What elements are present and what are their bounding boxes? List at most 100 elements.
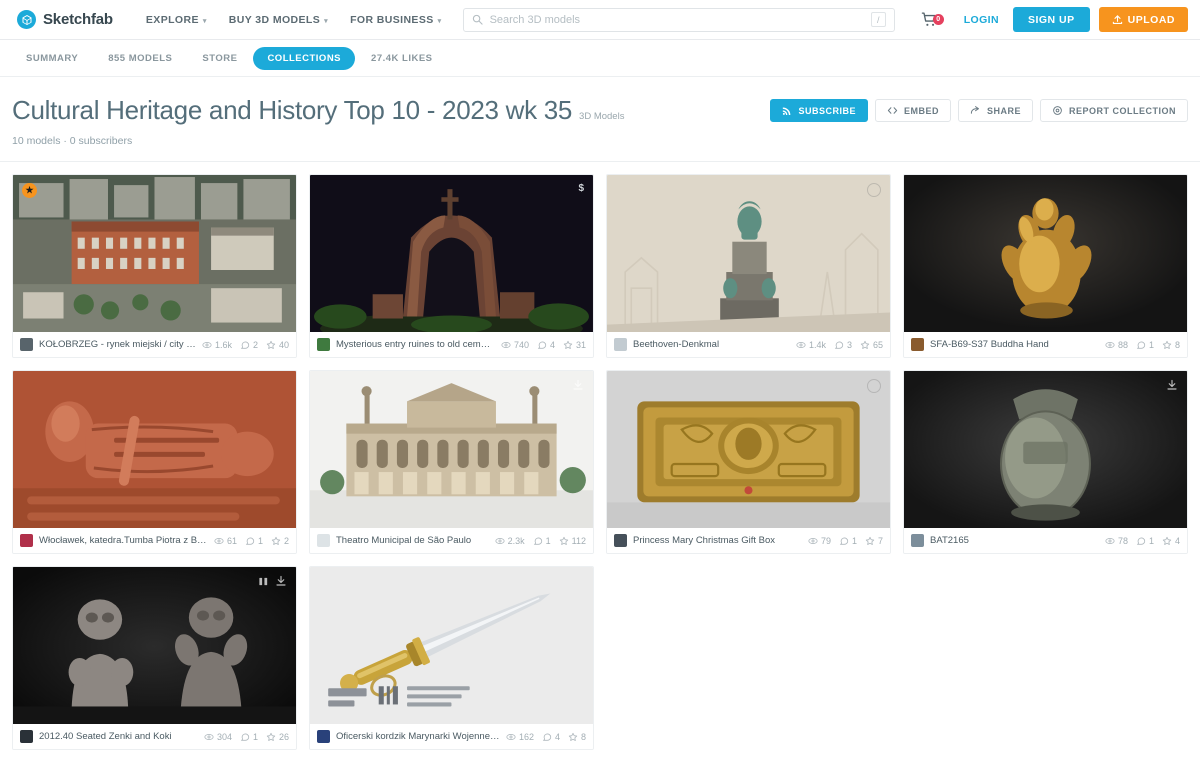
avatar[interactable] bbox=[20, 730, 33, 743]
comments-stat: 4 bbox=[542, 732, 560, 742]
report-collection-button[interactable]: REPORT COLLECTION bbox=[1040, 99, 1188, 122]
badge-group-top-right bbox=[572, 379, 584, 391]
comment-icon bbox=[839, 536, 849, 546]
model-title[interactable]: 2012.40 Seated Zenki and Koki bbox=[39, 731, 198, 742]
avatar[interactable] bbox=[317, 534, 330, 547]
comments-count: 1 bbox=[1149, 536, 1154, 546]
model-title[interactable]: Włocławek, katedra.Tumba Piotra z Bnina,… bbox=[39, 535, 208, 546]
likes-count: 40 bbox=[279, 340, 289, 350]
avatar[interactable] bbox=[614, 534, 627, 547]
collection-header: Cultural Heritage and History Top 10 - 2… bbox=[0, 77, 1200, 162]
star-icon bbox=[266, 340, 276, 350]
star-icon bbox=[865, 536, 875, 546]
model-card[interactable]: Włocławek, katedra.Tumba Piotra z Bnina,… bbox=[12, 370, 297, 554]
model-title[interactable]: Mysterious entry ruines to old cemetery bbox=[336, 339, 495, 350]
comments-stat: 1 bbox=[245, 536, 263, 546]
model-thumbnail[interactable] bbox=[607, 371, 890, 528]
eye-icon bbox=[1105, 536, 1115, 546]
tab-store[interactable]: STORE bbox=[188, 47, 251, 70]
tab-likes[interactable]: 27.4K LIKES bbox=[357, 47, 446, 70]
model-card[interactable]: $ Mysterious entry ruines to old cemeter… bbox=[309, 174, 594, 358]
search-box[interactable]: / bbox=[463, 8, 895, 32]
cart-button[interactable]: 0 bbox=[909, 11, 950, 28]
nav-item-buy-3d-models[interactable]: BUY 3D MODELS ▾ bbox=[218, 0, 339, 40]
model-stats: 61 1 2 bbox=[214, 536, 289, 546]
avatar[interactable] bbox=[911, 338, 924, 351]
embed-label: EMBED bbox=[904, 106, 939, 116]
model-card[interactable]: 2012.40 Seated Zenki and Koki 304 1 26 bbox=[12, 566, 297, 750]
model-card[interactable]: Princess Mary Christmas Gift Box 79 1 7 bbox=[606, 370, 891, 554]
animation-icon[interactable] bbox=[258, 576, 269, 587]
views-count: 740 bbox=[514, 340, 529, 350]
subscribe-button[interactable]: SUBSCRIBE bbox=[770, 99, 868, 122]
model-stats: 2.3k 1 112 bbox=[495, 536, 586, 546]
avatar[interactable] bbox=[20, 534, 33, 547]
model-card-footer: Beethoven-Denkmal 1.4k 3 65 bbox=[607, 332, 890, 357]
model-card-footer: Oficerski kordzik Marynarki Wojennej II … bbox=[310, 724, 593, 749]
subscribe-label: SUBSCRIBE bbox=[798, 106, 856, 116]
views-count: 79 bbox=[821, 536, 831, 546]
star-icon bbox=[568, 732, 578, 742]
comments-count: 1 bbox=[1149, 340, 1154, 350]
avatar[interactable] bbox=[317, 730, 330, 743]
model-card-footer: Włocławek, katedra.Tumba Piotra z Bnina,… bbox=[13, 528, 296, 553]
model-card-footer: Princess Mary Christmas Gift Box 79 1 7 bbox=[607, 528, 890, 553]
rss-icon bbox=[782, 106, 792, 116]
model-title[interactable]: Beethoven-Denkmal bbox=[633, 339, 790, 350]
model-thumbnail[interactable] bbox=[13, 371, 296, 528]
search-shortcut-key: / bbox=[871, 12, 886, 27]
badge-group-top-right: $ bbox=[578, 183, 584, 194]
login-button[interactable]: LOGIN bbox=[950, 14, 1013, 26]
signup-button[interactable]: SIGN UP bbox=[1013, 7, 1090, 32]
share-button[interactable]: SHARE bbox=[958, 99, 1033, 122]
top-navigation-bar: Sketchfab EXPLORE ▾ BUY 3D MODELS ▾ FOR … bbox=[0, 0, 1200, 40]
page-title: Cultural Heritage and History Top 10 - 2… bbox=[12, 95, 572, 125]
model-title[interactable]: Princess Mary Christmas Gift Box bbox=[633, 535, 802, 546]
avatar[interactable] bbox=[317, 338, 330, 351]
model-card[interactable]: Theatro Municipal de São Paulo 2.3k 1 11… bbox=[309, 370, 594, 554]
dagger-thumbnail-art bbox=[310, 567, 593, 724]
avatar[interactable] bbox=[20, 338, 33, 351]
model-card[interactable]: Beethoven-Denkmal 1.4k 3 65 bbox=[606, 174, 891, 358]
views-count: 61 bbox=[227, 536, 237, 546]
model-title[interactable]: SFA-B69-S37 Buddha Hand bbox=[930, 339, 1099, 350]
model-thumbnail[interactable] bbox=[607, 175, 890, 332]
search-container: / bbox=[463, 8, 895, 32]
upload-button[interactable]: UPLOAD bbox=[1099, 7, 1188, 32]
tab-summary[interactable]: SUMMARY bbox=[12, 47, 92, 70]
download-icon[interactable] bbox=[1166, 379, 1178, 391]
model-title[interactable]: BAT2165 bbox=[930, 535, 1099, 546]
nav-item-explore[interactable]: EXPLORE ▾ bbox=[135, 0, 218, 40]
model-card-footer: BAT2165 78 1 4 bbox=[904, 528, 1187, 553]
model-thumbnail[interactable] bbox=[904, 175, 1187, 332]
likes-stat: 7 bbox=[865, 536, 883, 546]
model-thumbnail[interactable] bbox=[310, 371, 593, 528]
code-icon bbox=[887, 105, 898, 116]
model-thumbnail[interactable] bbox=[310, 567, 593, 724]
model-title[interactable]: Oficerski kordzik Marynarki Wojennej II … bbox=[336, 731, 500, 742]
model-thumbnail[interactable] bbox=[13, 567, 296, 724]
search-input[interactable] bbox=[490, 14, 864, 26]
model-card[interactable]: SFA-B69-S37 Buddha Hand 88 1 8 bbox=[903, 174, 1188, 358]
collection-title-block: Cultural Heritage and History Top 10 - 2… bbox=[12, 95, 770, 147]
avatar[interactable] bbox=[614, 338, 627, 351]
likes-stat: 112 bbox=[559, 536, 586, 546]
model-thumbnail[interactable]: $ bbox=[310, 175, 593, 332]
model-card[interactable]: BAT2165 78 1 4 bbox=[903, 370, 1188, 554]
model-thumbnail[interactable]: ★ bbox=[13, 175, 296, 332]
nav-item-for-business[interactable]: FOR BUSINESS ▾ bbox=[339, 0, 452, 40]
model-card[interactable]: Oficerski kordzik Marynarki Wojennej II … bbox=[309, 566, 594, 750]
embed-button[interactable]: EMBED bbox=[875, 99, 951, 122]
chevron-down-icon: ▾ bbox=[438, 17, 442, 25]
model-title[interactable]: Theatro Municipal de São Paulo bbox=[336, 535, 489, 546]
model-thumbnail[interactable] bbox=[904, 371, 1187, 528]
sketchfab-logo[interactable]: Sketchfab bbox=[12, 10, 113, 29]
tab-collections[interactable]: COLLECTIONS bbox=[253, 47, 355, 70]
report-label: REPORT COLLECTION bbox=[1069, 106, 1176, 116]
download-icon[interactable] bbox=[572, 379, 584, 391]
model-card[interactable]: ★ KOŁOBRZEG - rynek miejski / city marke… bbox=[12, 174, 297, 358]
model-title[interactable]: KOŁOBRZEG - rynek miejski / city market … bbox=[39, 339, 196, 350]
tab-models[interactable]: 855 MODELS bbox=[94, 47, 186, 70]
download-icon[interactable] bbox=[275, 575, 287, 587]
avatar[interactable] bbox=[911, 534, 924, 547]
